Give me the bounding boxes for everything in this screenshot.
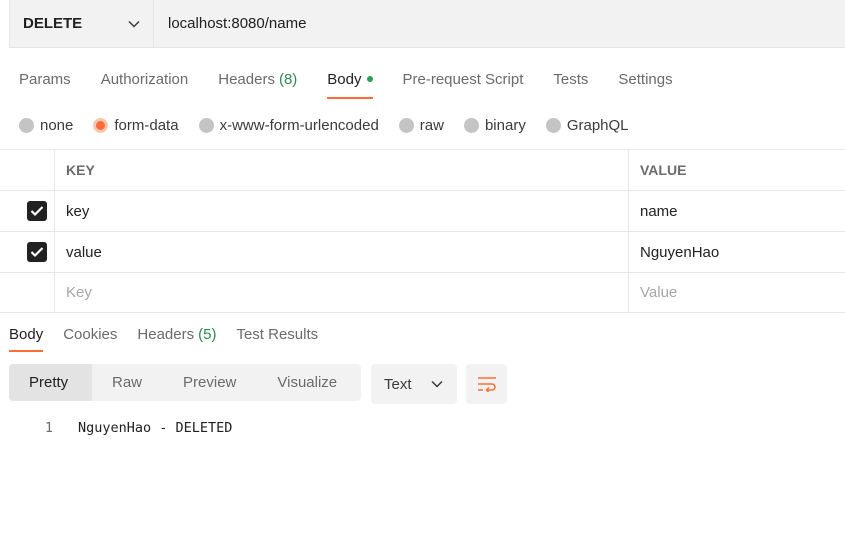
radio-form-data[interactable]: form-data: [93, 116, 179, 134]
wrap-lines-icon: [477, 377, 496, 392]
key-placeholder-input[interactable]: Key: [55, 273, 629, 312]
tab-response-body[interactable]: Body: [9, 318, 44, 352]
radio-circle: [398, 117, 414, 133]
body-type-radios: none form-data x-www-form-urlencoded raw…: [19, 113, 649, 137]
tab-params[interactable]: Params: [19, 62, 71, 96]
chevron-down-icon: [431, 380, 443, 388]
method-label: DELETE: [23, 15, 83, 32]
tab-label: Pre-request Script: [402, 70, 524, 88]
chevron-down-icon: [127, 17, 141, 31]
radio-label: x-www-form-urlencoded: [219, 116, 379, 134]
response-headers-count: (5): [198, 325, 217, 343]
tab-test-results[interactable]: Test Results: [236, 318, 318, 350]
radio-label: GraphQL: [566, 116, 629, 134]
radio-x-www-form-urlencoded[interactable]: x-www-form-urlencoded: [198, 116, 379, 134]
row-checkbox-cell: [0, 191, 55, 231]
response-code-line: 1 NguyenHao - DELETED: [0, 418, 233, 438]
view-raw-button[interactable]: Raw: [92, 364, 163, 401]
tab-label: Headers: [218, 70, 275, 88]
form-data-table: KEY VALUE key name value NguyenHao Key V…: [0, 149, 845, 313]
tab-pre-request-script[interactable]: Pre-request Script: [403, 62, 524, 96]
response-tabs: Body Cookies Headers (5) Test Results: [9, 318, 338, 354]
row-checkbox-cell: [0, 232, 55, 272]
tab-cookies[interactable]: Cookies: [63, 318, 117, 350]
headers-count: (8): [278, 70, 298, 88]
tab-body[interactable]: Body: [327, 62, 373, 99]
tab-authorization[interactable]: Authorization: [101, 62, 189, 96]
tab-label: Cookies: [63, 325, 118, 343]
column-header-key: KEY: [55, 150, 629, 190]
radio-none[interactable]: none: [19, 117, 73, 134]
radio-graphql[interactable]: GraphQL: [545, 116, 629, 134]
tab-label: Tests: [553, 70, 589, 88]
table-row: key name: [0, 191, 845, 232]
header-checkbox-cell: [0, 150, 55, 190]
request-tabs: Params Authorization Headers (8) Body Pre…: [19, 62, 703, 100]
column-header-value: VALUE: [640, 162, 687, 178]
radio-label: form-data: [114, 116, 179, 134]
key-cell[interactable]: key: [55, 191, 629, 231]
tab-settings[interactable]: Settings: [618, 62, 672, 96]
tab-label: Body: [9, 325, 44, 343]
value-placeholder-input[interactable]: Value: [629, 273, 845, 312]
check-icon: [30, 247, 44, 258]
response-view-modes: Pretty Raw Preview Visualize: [9, 364, 361, 401]
table-row: value NguyenHao: [0, 232, 845, 273]
view-preview-button[interactable]: Preview: [163, 364, 257, 401]
response-text: NguyenHao - DELETED: [78, 420, 233, 436]
line-number: 1: [44, 420, 53, 436]
value-cell[interactable]: NguyenHao: [629, 232, 845, 272]
row-checkbox-cell: [0, 273, 55, 312]
radio-binary[interactable]: binary: [463, 116, 526, 134]
radio-label: none: [40, 116, 74, 134]
tab-label: Settings: [618, 70, 673, 88]
radio-circle: [93, 117, 109, 133]
radio-circle: [198, 117, 214, 133]
format-label: Text: [384, 375, 412, 393]
radio-label: raw: [419, 116, 444, 134]
row-checkbox[interactable]: [27, 201, 47, 221]
radio-circle: [545, 117, 561, 133]
tab-headers[interactable]: Headers (8): [218, 62, 297, 96]
method-select[interactable]: DELETE: [10, 0, 154, 47]
request-bar: DELETE localhost:8080/name: [9, 0, 845, 48]
tab-label: Params: [19, 70, 71, 88]
tab-label: Authorization: [100, 70, 189, 88]
wrap-lines-button[interactable]: [466, 364, 507, 404]
radio-circle: [463, 117, 479, 133]
tab-response-headers[interactable]: Headers (5): [137, 318, 216, 350]
view-pretty-button[interactable]: Pretty: [9, 364, 92, 401]
radio-label: binary: [484, 116, 526, 134]
check-icon: [30, 206, 44, 217]
tab-label: Body: [327, 70, 362, 88]
radio-circle: [19, 117, 34, 133]
key-cell[interactable]: value: [55, 232, 629, 272]
radio-raw[interactable]: raw: [398, 116, 444, 134]
body-indicator-dot: [366, 76, 373, 82]
tab-label: Headers: [137, 325, 195, 343]
tab-label: Test Results: [236, 325, 319, 343]
value-cell[interactable]: name: [629, 191, 845, 231]
url-input[interactable]: localhost:8080/name: [154, 0, 845, 47]
row-checkbox[interactable]: [27, 242, 47, 262]
table-header-row: KEY VALUE: [0, 150, 845, 191]
format-select[interactable]: Text: [371, 364, 457, 404]
view-visualize-button[interactable]: Visualize: [257, 364, 358, 401]
table-row-new: Key Value: [0, 273, 845, 313]
tab-tests[interactable]: Tests: [553, 62, 588, 96]
